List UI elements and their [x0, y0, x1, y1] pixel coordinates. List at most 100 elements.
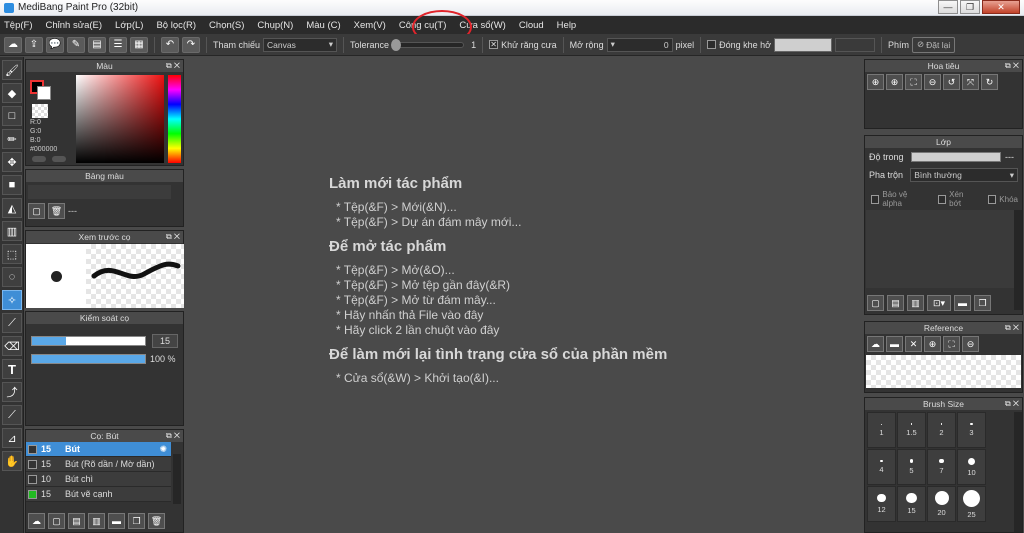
panel-buttons[interactable]: ⧉ ✕ — [166, 231, 180, 243]
comment-icon[interactable]: 💬 — [46, 36, 64, 53]
fill-rect-tool-icon[interactable]: ■ — [2, 175, 22, 195]
undo-icon[interactable]: ↶ — [161, 36, 179, 53]
new-brush-icon[interactable]: ▢ — [48, 513, 65, 529]
menu-color[interactable]: Màu (C) — [306, 20, 340, 31]
brush-size-scrollbar[interactable] — [1014, 412, 1022, 532]
gradient-tool-icon[interactable]: ▥ — [2, 221, 22, 241]
zoom-in-icon[interactable]: ⊕ — [886, 74, 903, 90]
palette-list[interactable] — [28, 185, 171, 199]
clipping-checkbox[interactable] — [937, 194, 947, 204]
background-color-swatch[interactable] — [37, 86, 51, 100]
brush-list-scrollbar[interactable] — [173, 454, 181, 504]
folder-icon[interactable]: ▬ — [108, 513, 125, 529]
menu-window[interactable]: Cửa sổ(W) — [459, 20, 505, 31]
redo-icon[interactable]: ↷ — [182, 36, 200, 53]
grid-icon[interactable]: ▦ — [130, 36, 148, 53]
brush-size-slider[interactable] — [31, 336, 146, 346]
brush-size-cell[interactable]: 12 — [867, 486, 896, 522]
menu-layer[interactable]: Lớp(L) — [115, 20, 143, 31]
fit-screen-icon[interactable]: ⛶ — [905, 74, 922, 90]
layer-add-menu-icon[interactable]: ⊡▾ — [927, 295, 951, 311]
duplicate-layer-icon[interactable]: ❐ — [974, 295, 991, 311]
fit-screen-icon[interactable]: ⛶ — [943, 336, 960, 352]
zoom-out-icon[interactable]: ⊖ — [962, 336, 979, 352]
panel-buttons[interactable]: ⧉ ✕ — [1005, 322, 1019, 334]
brush-size-cell[interactable]: 15 — [897, 486, 926, 522]
actual-size-icon[interactable]: ⤧ — [962, 74, 979, 90]
reference-image-area[interactable] — [866, 355, 1021, 388]
brush-size-cell[interactable]: 1 — [867, 412, 896, 448]
hue-slider[interactable] — [168, 75, 181, 163]
menu-file[interactable]: Tệp(F) — [4, 20, 33, 31]
lock-checkbox[interactable] — [987, 194, 997, 204]
brush-size-cell[interactable]: 5 — [897, 449, 926, 485]
upload-icon[interactable]: ⇪ — [25, 36, 43, 53]
protect-alpha-checkbox[interactable] — [871, 194, 880, 204]
close-gap-extra[interactable] — [835, 37, 876, 52]
antialias-checkbox[interactable]: ✕ — [489, 40, 499, 49]
maximize-button[interactable]: ❐ — [960, 0, 980, 14]
select-pen-tool-icon[interactable]: ⟋ — [2, 313, 22, 333]
move-tool-icon[interactable]: ✥ — [2, 152, 22, 172]
reference-select[interactable]: Canvas ▾ — [263, 37, 338, 52]
menu-edit[interactable]: Chỉnh sửa(E) — [46, 20, 103, 31]
magic-wand-tool-icon[interactable]: ✧ — [2, 290, 22, 310]
eyedropper-tool-icon[interactable]: ⊿ — [2, 428, 22, 448]
shape-tool-icon[interactable]: □ — [2, 106, 22, 126]
brush-size-value[interactable]: 15 — [152, 334, 178, 348]
menu-help[interactable]: Help — [557, 20, 577, 31]
color-mode-button[interactable] — [52, 156, 66, 162]
layer-folder-icon[interactable]: ▬ — [954, 295, 971, 311]
zoom-in-icon[interactable]: ⊕ — [924, 336, 941, 352]
new-layer-icon[interactable]: ▢ — [867, 295, 884, 311]
menu-tools[interactable]: Công cụ(T) — [399, 20, 447, 31]
menu-filter[interactable]: Bộ lọc(R) — [156, 20, 196, 31]
brush-size-cell[interactable]: 10 — [957, 449, 986, 485]
zoom-out-icon[interactable]: ⊖ — [924, 74, 941, 90]
tolerance-slider[interactable] — [391, 38, 465, 51]
delete-palette-icon[interactable]: 🗑 — [48, 203, 65, 219]
copy-icon[interactable]: ❐ — [128, 513, 145, 529]
minimize-button[interactable]: — — [938, 0, 958, 14]
brush-list-item[interactable]: 15 Bút (Rõ dần / Mờ dần) — [26, 457, 171, 472]
brush-size-cell[interactable]: 3 — [957, 412, 986, 448]
expand-stepper[interactable]: ▾ 0 — [606, 37, 673, 52]
menu-view[interactable]: Xem(V) — [354, 20, 386, 31]
eraser-tool-icon[interactable]: ◆ — [2, 83, 22, 103]
panel-buttons[interactable]: ⧉ ✕ — [166, 430, 180, 442]
rotate-right-icon[interactable]: ↻ — [981, 74, 998, 90]
brush-settings-icon[interactable]: ▥ — [88, 513, 105, 529]
hand-tool-icon[interactable]: ✋ — [2, 451, 22, 471]
menu-capture[interactable]: Chụp(N) — [257, 20, 293, 31]
new-halftone-layer-icon[interactable]: ▤ — [887, 295, 904, 311]
bucket-tool-icon[interactable]: ◭ — [2, 198, 22, 218]
gear-icon[interactable]: ✺ — [159, 444, 167, 455]
brush-size-cell[interactable]: 4 — [867, 449, 896, 485]
brush-list-item[interactable]: 15 Bút vẽ cạnh — [26, 487, 171, 502]
brush-size-cell[interactable]: 25 — [957, 486, 986, 522]
select-eraser-tool-icon[interactable]: ⌫ — [2, 336, 22, 356]
select-rect-tool-icon[interactable]: ⬚ — [2, 244, 22, 264]
dot-tool-icon[interactable]: ✏ — [2, 129, 22, 149]
list-icon[interactable]: ☰ — [109, 36, 127, 53]
brush-size-cell[interactable]: 2 — [927, 412, 956, 448]
layer-list[interactable] — [866, 210, 1014, 288]
saturation-value-picker[interactable] — [76, 75, 164, 163]
cloud-icon[interactable]: ☁ — [867, 336, 884, 352]
layer-blend-select[interactable]: Bình thường ▾ — [910, 168, 1018, 182]
brush-opacity-slider[interactable] — [31, 354, 146, 364]
slider-knob[interactable] — [391, 38, 402, 51]
add-brush-icon[interactable]: ▤ — [68, 513, 85, 529]
layer-opacity-slider[interactable] — [911, 152, 1001, 162]
cloud-icon[interactable]: ☁ — [4, 36, 22, 53]
trash-icon[interactable]: 🗑 — [148, 513, 165, 529]
brush-list-item[interactable]: 10 Bút chì — [26, 472, 171, 487]
new-8bit-layer-icon[interactable]: ▥ — [907, 295, 924, 311]
close-button[interactable]: ✕ — [982, 0, 1020, 14]
rotate-left-icon[interactable]: ↺ — [943, 74, 960, 90]
layer-list-scrollbar[interactable] — [1014, 210, 1022, 310]
brush-list-item[interactable]: 15 Bút ✺ — [26, 442, 171, 457]
panel-buttons[interactable]: ⧉ ✕ — [166, 60, 180, 72]
transparent-swatch[interactable] — [32, 104, 48, 118]
color-mode-button[interactable] — [32, 156, 46, 162]
